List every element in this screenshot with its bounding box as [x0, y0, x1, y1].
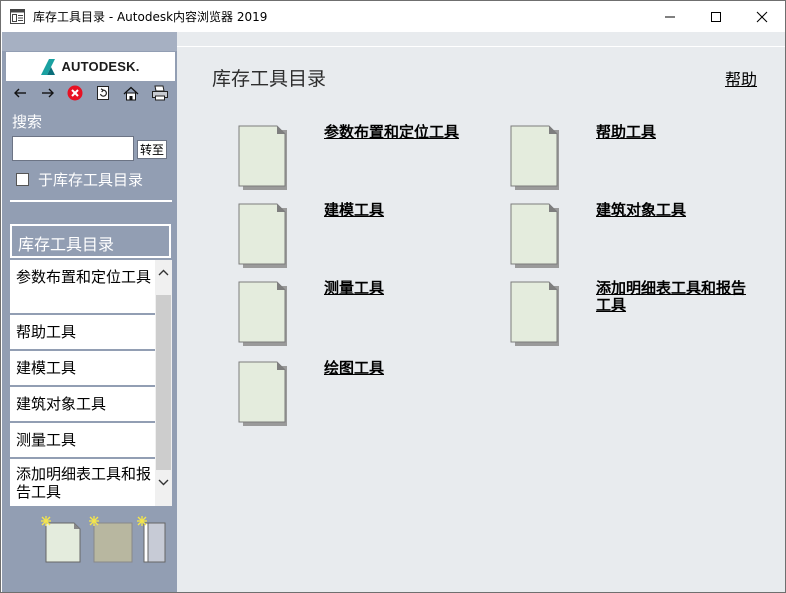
- palette-icons: [2, 514, 177, 564]
- app-window: 库存工具目录 - Autodesk内容浏览器 2019 AUTODESK. 搜索…: [0, 0, 786, 593]
- close-icon: [756, 11, 768, 22]
- home-button[interactable]: [122, 84, 140, 102]
- document-icon[interactable]: [509, 202, 561, 268]
- new-palette-icon[interactable]: [136, 516, 168, 564]
- category-link[interactable]: 参数布置和定位工具: [324, 124, 484, 141]
- document-icon[interactable]: [509, 124, 561, 190]
- category-link[interactable]: 添加明细表工具和报告工具: [596, 280, 756, 314]
- maximize-icon: [711, 11, 721, 22]
- autodesk-logo-mark-icon: [41, 58, 56, 75]
- content-top-line: [177, 46, 785, 47]
- category-link[interactable]: 绘图工具: [324, 360, 484, 377]
- minimize-button[interactable]: [647, 1, 693, 32]
- go-button[interactable]: 转至: [137, 140, 167, 159]
- document-icon[interactable]: [237, 124, 289, 190]
- toc-item[interactable]: 建模工具: [10, 351, 155, 387]
- print-button[interactable]: [151, 84, 169, 102]
- search-label: 搜索: [12, 113, 43, 131]
- nav-toolbar: [2, 82, 177, 104]
- minimize-icon: [665, 16, 675, 17]
- printer-icon: [152, 85, 168, 101]
- scope-checkbox[interactable]: [16, 173, 29, 186]
- close-button[interactable]: [739, 1, 785, 32]
- scroll-down-button[interactable]: [155, 474, 172, 491]
- refresh-icon: [97, 86, 109, 100]
- document-icon[interactable]: [237, 360, 289, 426]
- stop-icon: [67, 85, 83, 101]
- scope-checkbox-label: 于库存工具目录: [38, 171, 144, 189]
- document-icon[interactable]: [237, 202, 289, 268]
- scroll-up-button[interactable]: [155, 264, 172, 281]
- new-document-icon[interactable]: [40, 516, 85, 564]
- sidebar-top-strip: [2, 32, 177, 51]
- chevron-down-icon: [158, 479, 169, 486]
- new-folder-icon[interactable]: [88, 516, 133, 564]
- toc-item[interactable]: 添加明细表工具和报告工具: [10, 459, 155, 506]
- maximize-button[interactable]: [693, 1, 739, 32]
- home-icon: [123, 86, 139, 100]
- forward-button[interactable]: [39, 84, 57, 102]
- category-link[interactable]: 测量工具: [324, 280, 484, 297]
- back-button[interactable]: [11, 84, 29, 102]
- search-input[interactable]: [12, 136, 134, 161]
- sidebar-divider: [10, 200, 172, 202]
- stop-button[interactable]: [66, 84, 84, 102]
- toc-scrollbar[interactable]: [155, 260, 172, 506]
- content-pane: 库存工具目录 帮助 参数布置和定位工具 帮助工具 建模工具 建筑对象工具 测量工…: [177, 32, 785, 592]
- category-link[interactable]: 建筑对象工具: [596, 202, 756, 219]
- window-title: 库存工具目录 - Autodesk内容浏览器 2019: [33, 10, 268, 24]
- autodesk-logo: AUTODESK.: [6, 52, 175, 81]
- toc-item[interactable]: 参数布置和定位工具: [10, 260, 155, 315]
- toc-item[interactable]: 建筑对象工具: [10, 387, 155, 423]
- toc-item[interactable]: 帮助工具: [10, 315, 155, 351]
- help-link[interactable]: 帮助: [725, 66, 757, 90]
- toc-item[interactable]: 测量工具: [10, 423, 155, 459]
- category-link[interactable]: 建模工具: [324, 202, 484, 219]
- chevron-up-icon: [158, 269, 169, 276]
- toc-list: 参数布置和定位工具 帮助工具 建模工具 建筑对象工具 测量工具 添加明细表工具和…: [10, 260, 155, 506]
- toc-title: 库存工具目录: [10, 224, 171, 258]
- arrow-left-icon: [14, 88, 26, 98]
- document-icon[interactable]: [509, 280, 561, 346]
- page-title: 库存工具目录: [212, 68, 327, 90]
- category-link[interactable]: 帮助工具: [596, 124, 756, 141]
- title-bar: 库存工具目录 - Autodesk内容浏览器 2019: [1, 1, 785, 32]
- app-icon: [10, 9, 25, 24]
- logo-text: AUTODESK.: [61, 59, 140, 74]
- scroll-thumb[interactable]: [156, 295, 171, 470]
- refresh-button[interactable]: [94, 84, 112, 102]
- document-icon[interactable]: [237, 280, 289, 346]
- sidebar: AUTODESK. 搜索 转至 于库存工具目录 库存工具目录 参数布置和定位工具…: [2, 32, 177, 592]
- arrow-right-icon: [42, 88, 54, 98]
